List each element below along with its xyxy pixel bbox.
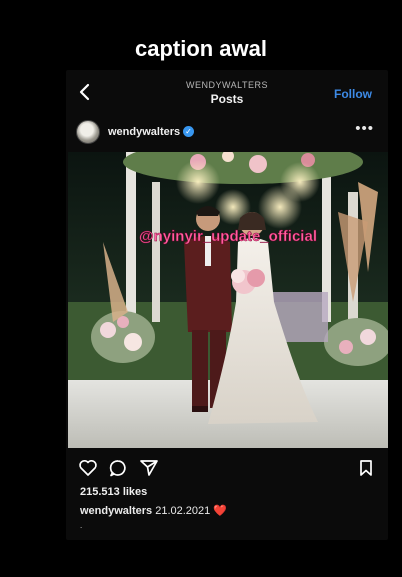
post-caption: wendywalters 21.02.2021 ❤️ (80, 504, 227, 517)
verified-icon: ✓ (183, 126, 194, 137)
caption-more: . (80, 521, 83, 530)
caption-title: caption awal (134, 36, 268, 61)
action-bar (66, 454, 388, 480)
post-username[interactable]: wendywalters (108, 126, 180, 138)
watermark-text: @nyinyir_update_official (139, 228, 317, 245)
post-header: wendywalters ✓ ••• (66, 116, 388, 148)
caption-text: 21.02.2021 (155, 505, 211, 517)
avatar[interactable] (76, 120, 100, 144)
wedding-photo: @nyinyir_update_official (68, 152, 388, 448)
post-photo[interactable]: @nyinyir_update_official (68, 152, 388, 448)
follow-button[interactable]: Follow (334, 87, 372, 101)
share-icon[interactable] (139, 458, 159, 478)
comment-icon[interactable] (108, 458, 128, 478)
caption-heart-icon: ❤️ (213, 505, 228, 517)
caption-username[interactable]: wendywalters (80, 505, 152, 517)
heart-icon[interactable] (78, 458, 98, 478)
more-icon[interactable]: ••• (355, 120, 374, 137)
top-bar: WENDYWALTERS Posts Follow (66, 70, 388, 115)
bookmark-icon[interactable] (356, 458, 376, 478)
post-panel: WENDYWALTERS Posts Follow wendywalters ✓… (66, 70, 388, 540)
likes-count[interactable]: 215.513 likes (80, 486, 147, 498)
